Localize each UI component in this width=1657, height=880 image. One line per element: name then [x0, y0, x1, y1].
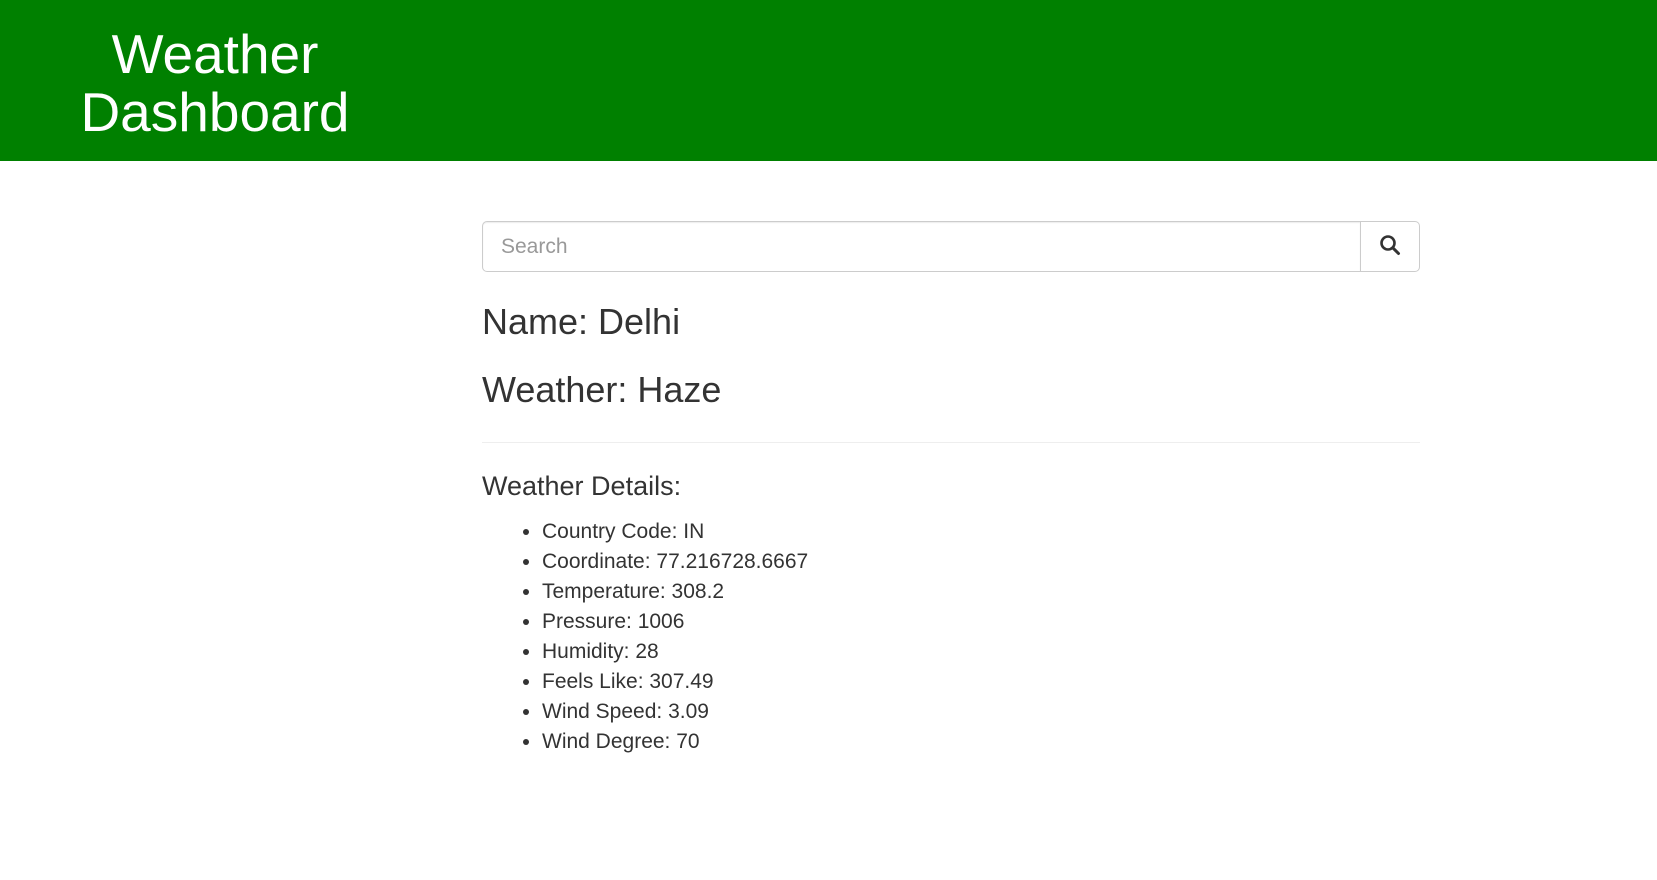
detail-humidity: Humidity: 28 — [542, 637, 1420, 667]
detail-coordinate: Coordinate: 77.216728.6667 — [542, 547, 1420, 577]
search-input[interactable] — [482, 221, 1361, 272]
search-icon — [1379, 234, 1401, 259]
main-content: Name: Delhi Weather: Haze Weather Detail… — [482, 221, 1420, 757]
search-button[interactable] — [1361, 221, 1420, 272]
app-title: Weather Dashboard — [60, 25, 370, 141]
detail-country-code: Country Code: IN — [542, 517, 1420, 547]
detail-wind-speed: Wind Speed: 3.09 — [542, 697, 1420, 727]
details-list: Country Code: IN Coordinate: 77.216728.6… — [482, 517, 1420, 757]
detail-pressure: Pressure: 1006 — [542, 607, 1420, 637]
divider — [482, 442, 1420, 443]
app-title-line1: Weather — [111, 23, 319, 85]
city-name: Name: Delhi — [482, 301, 681, 342]
detail-feels-like: Feels Like: 307.49 — [542, 667, 1420, 697]
weather-condition: Weather: Haze — [482, 369, 722, 410]
app-title-line2: Dashboard — [80, 81, 350, 143]
search-bar — [482, 221, 1420, 272]
detail-temperature: Temperature: 308.2 — [542, 577, 1420, 607]
details-heading: Weather Details: — [482, 471, 682, 501]
detail-wind-degree: Wind Degree: 70 — [542, 727, 1420, 757]
app-header: Weather Dashboard — [0, 0, 1657, 161]
